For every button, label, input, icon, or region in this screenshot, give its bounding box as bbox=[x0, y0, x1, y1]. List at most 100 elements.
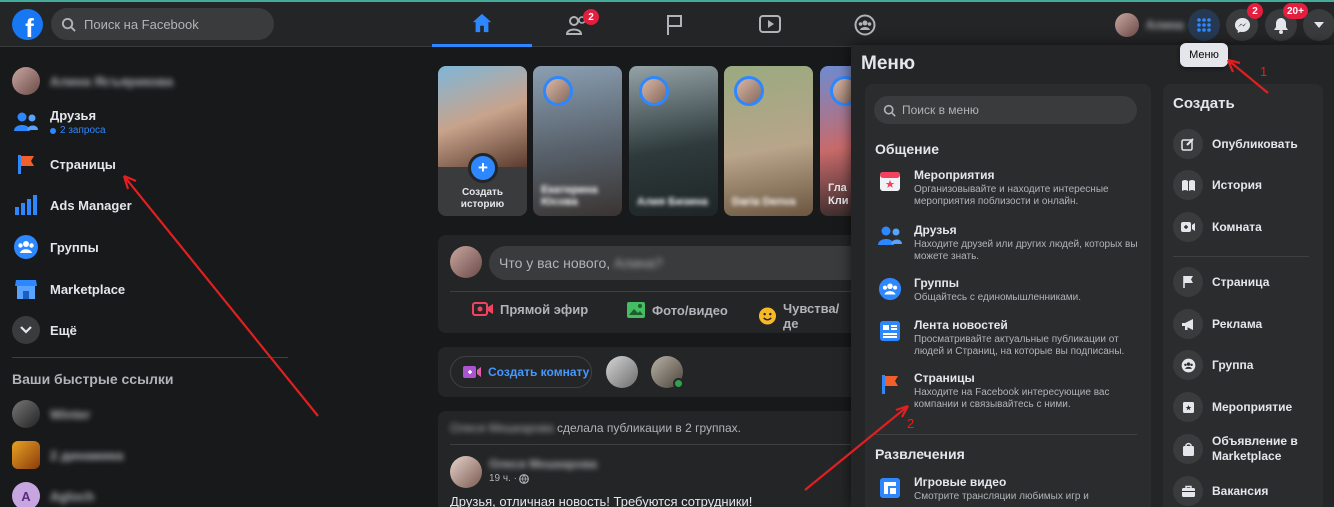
story-card[interactable]: Алия Бизина bbox=[629, 66, 718, 216]
search-icon bbox=[883, 104, 896, 117]
annotation-label-1: 1 bbox=[1260, 64, 1268, 79]
watch-icon bbox=[759, 14, 781, 33]
menu-item-pages[interactable]: Страницы Находите на Facebook интересующи… bbox=[877, 371, 1143, 411]
composer-name: Алина? bbox=[614, 255, 663, 271]
chevron-down-icon bbox=[20, 326, 32, 334]
shortcut-avatar bbox=[12, 400, 40, 428]
tab-pages[interactable] bbox=[625, 2, 725, 47]
menu-item-events[interactable]: Мероприятия Организовывайте и находите ин… bbox=[877, 168, 1143, 208]
sidebar-item-label: Друзья bbox=[50, 108, 97, 123]
pages-flag-icon bbox=[882, 375, 898, 394]
create-group-item[interactable]: Группа bbox=[1173, 350, 1253, 380]
facebook-logo[interactable]: f bbox=[12, 9, 43, 40]
post-header-name[interactable]: Олеся Мешкарова bbox=[450, 421, 554, 435]
story-avatar bbox=[830, 76, 851, 106]
sidebar-item-friends[interactable]: Друзья 2 запроса bbox=[12, 108, 106, 136]
calendar-icon bbox=[1182, 402, 1194, 413]
friends-icon bbox=[14, 112, 38, 131]
story-card[interactable]: Daria Denva bbox=[724, 66, 813, 216]
composer-divider bbox=[450, 291, 851, 292]
create-story-card[interactable]: + Создать историю bbox=[438, 66, 527, 216]
account-button[interactable] bbox=[1303, 9, 1334, 41]
shopping-bag-icon bbox=[1182, 442, 1194, 456]
post-header-text: сделала публикации в 2 группах. bbox=[556, 421, 742, 435]
room-video-icon bbox=[1181, 222, 1195, 232]
sidebar-item-pages[interactable]: Страницы bbox=[12, 150, 116, 178]
globe-icon bbox=[519, 473, 529, 484]
pages-flag-icon bbox=[18, 155, 34, 174]
create-marketplace-item[interactable]: Объявление в Marketplace bbox=[1173, 434, 1318, 464]
app-root: f Поиск на Facebook 2 Алина 2 20+ Алина … bbox=[0, 0, 1334, 507]
story-name: Екатерина Юсова bbox=[541, 184, 598, 208]
tab-groups[interactable] bbox=[815, 2, 915, 47]
sidebar-profile[interactable]: Алина Ясъярикова bbox=[12, 67, 173, 95]
post-divider bbox=[450, 444, 851, 445]
create-post-item[interactable]: Опубликовать bbox=[1173, 129, 1298, 159]
live-video-button[interactable]: Прямой эфир bbox=[472, 301, 588, 317]
avatar bbox=[12, 67, 40, 95]
create-story-item[interactable]: История bbox=[1173, 170, 1262, 200]
shortcut-item[interactable]: 2 динамика bbox=[12, 441, 124, 469]
story-card[interactable]: Гла Кли bbox=[820, 66, 851, 216]
room-video-icon bbox=[463, 366, 481, 378]
create-page-item[interactable]: Страница bbox=[1173, 267, 1269, 297]
notifications-button[interactable]: 20+ bbox=[1265, 3, 1308, 41]
menu-item-groups[interactable]: Группы Общайтесь с единомышленниками. bbox=[877, 276, 1143, 304]
flag-icon bbox=[667, 14, 682, 35]
avatar bbox=[450, 246, 482, 278]
rooms-bar: Создать комнату bbox=[438, 347, 851, 397]
post-author-avatar[interactable] bbox=[450, 456, 482, 488]
feeling-button[interactable]: Чувства/де bbox=[758, 301, 851, 331]
tab-watch[interactable] bbox=[720, 2, 820, 47]
shortcut-item[interactable]: A Agloch bbox=[12, 482, 94, 507]
shortcut-avatar: A bbox=[12, 482, 40, 507]
photo-video-button[interactable]: Фото/видео bbox=[626, 301, 728, 319]
profile-chip[interactable]: Алина bbox=[1115, 13, 1184, 37]
menu-item-news-feed[interactable]: Лента новостей Просматривайте актуальные … bbox=[877, 318, 1143, 358]
post-time: 19 ч. · bbox=[489, 473, 529, 484]
create-room-item[interactable]: Комната bbox=[1173, 212, 1262, 242]
profile-name: Алина bbox=[1146, 18, 1184, 32]
room-avatar[interactable] bbox=[606, 356, 638, 388]
menu-item-friends[interactable]: Друзья Находите друзей или других людей, … bbox=[877, 223, 1143, 263]
menu-title: Меню bbox=[861, 53, 916, 74]
search-input[interactable]: Поиск на Facebook bbox=[51, 8, 274, 40]
menu-button[interactable] bbox=[1188, 9, 1220, 41]
post-author-name[interactable]: Олеся Мешкарова bbox=[489, 457, 597, 471]
story-card[interactable]: Екатерина Юсова bbox=[533, 66, 622, 216]
create-ad-item[interactable]: Реклама bbox=[1173, 309, 1262, 339]
ads-chart-icon bbox=[15, 195, 37, 215]
tab-home[interactable] bbox=[432, 2, 532, 47]
post-card: Олеся Мешкарова сделала публикации в 2 г… bbox=[438, 411, 851, 507]
composer-input[interactable]: Что у вас нового, Алина? bbox=[489, 246, 851, 280]
flag-icon bbox=[1182, 276, 1193, 288]
groups-icon bbox=[854, 14, 876, 35]
create-event-item[interactable]: Мероприятие bbox=[1173, 392, 1292, 422]
messenger-icon bbox=[1234, 17, 1250, 33]
tab-friends[interactable]: 2 bbox=[527, 2, 627, 47]
groups-icon bbox=[878, 277, 902, 301]
sidebar-item-groups[interactable]: Группы bbox=[12, 233, 99, 261]
sidebar-item-ads-manager[interactable]: Ads Manager bbox=[12, 191, 132, 219]
shortcut-item[interactable]: Winter bbox=[12, 400, 90, 428]
menu-section-entertainment: Развлечения bbox=[875, 446, 965, 462]
create-job-item[interactable]: Вакансия bbox=[1173, 476, 1268, 506]
gaming-video-icon bbox=[880, 478, 900, 498]
menu-search-input[interactable]: Поиск в меню bbox=[874, 96, 1137, 124]
messenger-button[interactable]: 2 bbox=[1226, 3, 1263, 41]
story-name: Алия Бизина bbox=[637, 196, 708, 208]
create-room-button[interactable]: Создать комнату bbox=[450, 356, 592, 388]
briefcase-icon bbox=[1181, 485, 1195, 497]
shortcuts-title: Ваши быстрые ссылки bbox=[12, 371, 174, 387]
menu-item-gaming-video[interactable]: Игровые видео Смотрите трансляции любимых… bbox=[877, 475, 1143, 503]
avatar bbox=[1115, 13, 1139, 37]
sidebar-item-label: Ещё bbox=[50, 322, 77, 338]
home-icon bbox=[472, 13, 492, 33]
sidebar-item-marketplace[interactable]: Marketplace bbox=[12, 275, 125, 303]
menu-tooltip: Меню bbox=[1180, 43, 1228, 67]
sidebar-item-more[interactable]: Ещё bbox=[12, 316, 77, 344]
story-avatar bbox=[639, 76, 669, 106]
calendar-icon bbox=[880, 172, 900, 191]
room-avatar[interactable] bbox=[651, 356, 684, 389]
post-composer: Что у вас нового, Алина? Прямой эфир Фот… bbox=[438, 235, 851, 333]
